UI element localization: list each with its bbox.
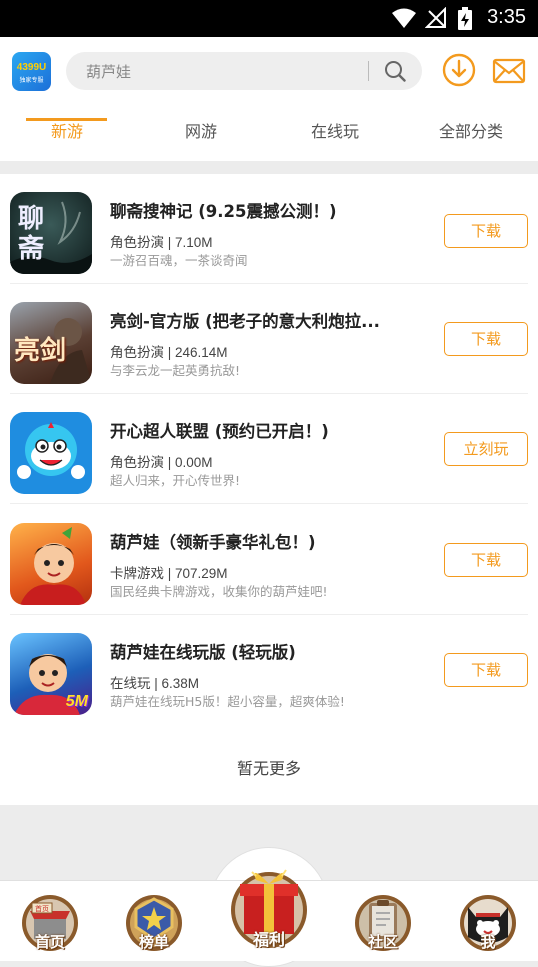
game-title[interactable]: 葫芦娃在线玩版 (轻玩版)	[110, 639, 410, 663]
game-icon[interactable]	[10, 412, 92, 494]
download-button[interactable]: 下载	[444, 543, 528, 577]
list-item[interactable]: 亮剑 亮剑-官方版 (把老子的意大利炮拉... 角色扮演 | 246.14M 与…	[0, 284, 538, 394]
active-tab-indicator	[26, 118, 107, 121]
cartoon-hero-icon	[17, 422, 85, 479]
download-button[interactable]: 下载	[444, 214, 528, 248]
nav-me[interactable]: 我	[458, 893, 518, 953]
game-title[interactable]: 葫芦娃（领新手豪华礼包！)	[110, 529, 410, 553]
calabash-boy-icon	[20, 527, 86, 605]
logo-subtext: 独家专服	[19, 77, 44, 84]
no-signal-icon	[425, 7, 446, 28]
search-bar[interactable]: 葫芦娃	[66, 52, 422, 90]
tab-play-online[interactable]: 在线玩	[268, 117, 402, 161]
list-item[interactable]: 聊斋 聊斋搜神记 (9.25震撼公测！) 角色扮演 | 7.10M 一游召百魂，…	[0, 174, 538, 284]
game-description: 葫芦娃在线玩H5版！超小容量，超爽体验!	[110, 694, 345, 709]
app-logo[interactable]: 4399U 独家专服	[12, 52, 51, 91]
tab-new-games[interactable]: 新游	[0, 117, 134, 161]
nav-community[interactable]: 社区	[353, 893, 413, 953]
game-icon[interactable]: 亮剑	[10, 302, 92, 384]
game-meta: 角色扮演 | 246.14M	[110, 345, 228, 360]
download-manager-icon[interactable]	[441, 52, 477, 88]
list-end-text: 暂无更多	[236, 759, 301, 778]
game-icon[interactable]	[10, 523, 92, 605]
nav-label-home: 首页	[34, 933, 65, 951]
search-divider	[368, 61, 369, 81]
search-input[interactable]: 葫芦娃	[86, 61, 131, 82]
nav-home[interactable]: 首页 首页	[20, 893, 80, 953]
download-button[interactable]: 下载	[444, 322, 528, 356]
game-description: 与李云龙一起英勇抗敌!	[110, 363, 241, 378]
status-bar: 3:35	[0, 0, 538, 37]
game-meta: 角色扮演 | 7.10M	[110, 235, 213, 250]
tab-all-categories[interactable]: 全部分类	[404, 117, 538, 161]
nav-rankings[interactable]: 榜单	[124, 893, 184, 953]
nav-welfare[interactable]: 福利	[228, 862, 310, 952]
game-title[interactable]: 聊斋搜神记 (9.25震撼公测！)	[110, 198, 410, 222]
game-meta: 卡牌游戏 | 707.29M	[110, 566, 228, 581]
game-description: 一游召百魂，一茶谈奇闻	[110, 253, 248, 268]
nav-label-rankings: 榜单	[138, 933, 169, 951]
status-time: 3:35	[487, 6, 526, 28]
logo-text: 4399U	[16, 62, 47, 73]
download-button[interactable]: 下载	[444, 653, 528, 687]
game-description: 国民经典卡牌游戏，收集你的葫芦娃吧!	[110, 584, 328, 599]
game-icon-text: 聊斋	[18, 204, 45, 264]
nav-label-me: 我	[480, 933, 496, 951]
game-icon-text: 亮剑	[14, 336, 67, 366]
message-icon[interactable]	[492, 57, 526, 85]
game-list: 聊斋 聊斋搜神记 (9.25震撼公测！) 角色扮演 | 7.10M 一游召百魂，…	[0, 174, 538, 805]
game-meta: 在线玩 | 6.38M	[110, 676, 200, 691]
shop-sign-text: 首页	[35, 904, 49, 913]
tab-online-games[interactable]: 网游	[134, 117, 268, 161]
game-description: 超人归来，开心传世界!	[110, 473, 241, 488]
wifi-icon	[392, 8, 416, 28]
game-title[interactable]: 开心超人联盟 (预约已开启！)	[110, 418, 410, 442]
category-tabs: 新游 网游 在线玩 全部分类	[0, 117, 538, 161]
game-title[interactable]: 亮剑-官方版 (把老子的意大利炮拉...	[110, 308, 410, 332]
header: 4399U 独家专服 葫芦娃 新游 网游 在线玩 全部分类	[0, 37, 538, 161]
nav-label-community: 社区	[367, 933, 398, 951]
list-item[interactable]: 开心超人联盟 (预约已开启！) 角色扮演 | 0.00M 超人归来，开心传世界!…	[0, 394, 538, 504]
game-icon-text: 5M	[65, 693, 88, 710]
battery-charging-icon	[458, 7, 472, 30]
list-item[interactable]: 葫芦娃（领新手豪华礼包！) 卡牌游戏 | 707.29M 国民经典卡牌游戏，收集…	[0, 505, 538, 615]
game-icon[interactable]: 5M	[10, 633, 92, 715]
list-item[interactable]: 5M 葫芦娃在线玩版 (轻玩版) 在线玩 | 6.38M 葫芦娃在线玩H5版！超…	[0, 615, 538, 725]
game-meta: 角色扮演 | 0.00M	[110, 455, 213, 470]
game-icon[interactable]: 聊斋	[10, 192, 92, 274]
play-now-button[interactable]: 立刻玩	[444, 432, 528, 466]
search-icon[interactable]	[384, 60, 406, 82]
nav-label-welfare: 福利	[252, 930, 285, 949]
divider	[10, 503, 528, 504]
